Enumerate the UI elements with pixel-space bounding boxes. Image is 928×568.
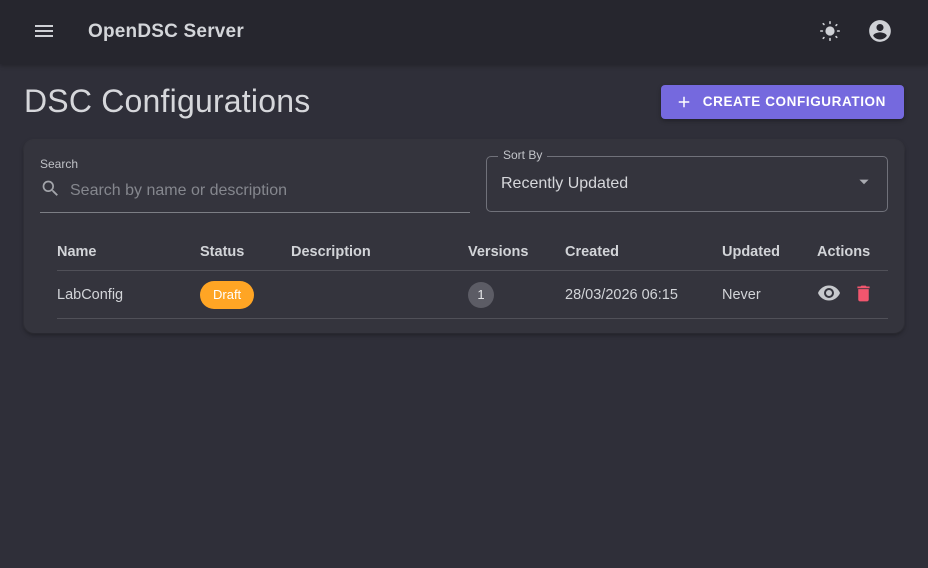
search-field: Search: [40, 156, 470, 213]
config-status-cell: Draft: [200, 280, 291, 309]
column-header-updated: Updated: [722, 244, 780, 260]
config-versions-cell: 1: [468, 281, 565, 308]
column-header-actions: Actions: [817, 244, 871, 260]
config-actions-cell: [817, 281, 888, 308]
sun-icon: [818, 19, 842, 46]
page-header: DSC Configurations CREATE CONFIGURATION: [0, 64, 928, 140]
config-updated-cell: Never: [722, 286, 761, 303]
trash-icon: [853, 283, 874, 307]
configurations-table: Name Status Description Versions Created…: [57, 234, 888, 319]
table-header-row: Name Status Description Versions Created…: [57, 234, 888, 271]
search-input-row: [40, 178, 470, 213]
search-input[interactable]: [70, 182, 470, 200]
search-icon: [40, 178, 61, 204]
config-created-cell: 28/03/2026 06:15: [565, 286, 678, 303]
eye-icon: [817, 281, 841, 308]
config-name-cell: LabConfig: [57, 286, 124, 303]
page-title: DSC Configurations: [24, 83, 311, 119]
sort-by-value: Recently Updated: [501, 175, 629, 192]
column-header-description: Description: [291, 244, 371, 260]
table-row: LabConfig Draft 1 28/03/2026 06:15 Never: [57, 271, 888, 319]
column-header-status: Status: [200, 244, 245, 260]
delete-configuration-button[interactable]: [853, 283, 874, 307]
view-configuration-button[interactable]: [817, 281, 841, 308]
sort-by-label: Sort By: [498, 148, 548, 162]
status-badge: Draft: [200, 280, 255, 309]
app-title: OpenDSC Server: [88, 21, 244, 42]
account-button[interactable]: [860, 12, 900, 52]
app-bar: OpenDSC Server: [0, 0, 928, 64]
search-field-label: Search: [40, 157, 79, 171]
theme-toggle-button[interactable]: [810, 12, 850, 52]
column-header-created: Created: [565, 244, 619, 260]
plus-icon: [675, 93, 693, 111]
hamburger-menu-icon: [32, 19, 56, 46]
column-header-versions: Versions: [468, 244, 529, 260]
account-circle-icon: [867, 18, 893, 47]
column-header-name: Name: [57, 244, 97, 260]
versions-count-badge: 1: [468, 281, 494, 308]
filters-row: Search Sort By Recently Updated: [40, 148, 888, 213]
sort-by-select[interactable]: Sort By Recently Updated: [486, 148, 888, 212]
create-configuration-label: CREATE CONFIGURATION: [702, 94, 886, 109]
configurations-card: Search Sort By Recently Updated Name Sta…: [24, 140, 904, 333]
chevron-down-icon: [853, 171, 875, 198]
menu-button[interactable]: [24, 12, 64, 52]
create-configuration-button[interactable]: CREATE CONFIGURATION: [660, 84, 904, 119]
